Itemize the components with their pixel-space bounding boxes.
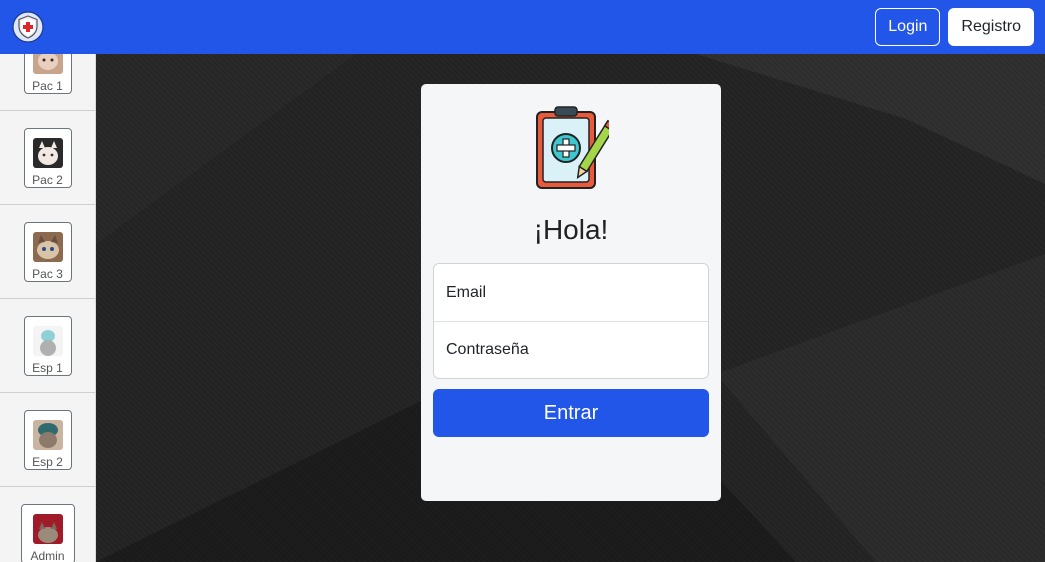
clipboard-medical-icon bbox=[533, 106, 617, 192]
user-sidebar: Pac 1 Pac 2 Pac 3 Esp 1 Esp 2 Admin bbox=[0, 54, 96, 562]
sidebar-item-pac2: Pac 2 bbox=[0, 111, 95, 205]
user-label: Esp 1 bbox=[32, 360, 63, 375]
nav-actions: Login Registro bbox=[875, 8, 1034, 46]
cat-avatar bbox=[32, 514, 63, 544]
cat-avatar bbox=[32, 54, 63, 74]
sidebar-item-esp2: Esp 2 bbox=[0, 393, 95, 487]
login-button[interactable]: Login bbox=[875, 8, 941, 46]
sidebar-item-pac3: Pac 3 bbox=[0, 205, 95, 299]
login-card: ¡Hola! Email Contraseña Entrar bbox=[421, 84, 721, 501]
registro-button[interactable]: Registro bbox=[948, 8, 1034, 46]
user-label: Pac 3 bbox=[32, 266, 63, 281]
shield-medical-icon[interactable] bbox=[11, 11, 44, 44]
cat-avatar bbox=[32, 137, 63, 168]
cat-avatar bbox=[32, 419, 63, 450]
user-label: Pac 1 bbox=[32, 78, 63, 93]
user-label: Pac 2 bbox=[32, 172, 63, 187]
user-card-admin[interactable]: Admin bbox=[20, 504, 75, 562]
top-navbar: Login Registro bbox=[0, 0, 1045, 54]
entrar-button[interactable]: Entrar bbox=[433, 389, 709, 437]
user-card-pac2[interactable]: Pac 2 bbox=[23, 127, 72, 188]
cat-avatar bbox=[32, 325, 63, 356]
user-label: Admin bbox=[30, 549, 65, 562]
login-form-group: Email Contraseña bbox=[433, 263, 709, 379]
sidebar-item-admin: Admin bbox=[0, 487, 95, 562]
password-field[interactable]: Contraseña bbox=[434, 321, 708, 378]
user-label: Esp 2 bbox=[32, 454, 63, 469]
sidebar-item-pac1: Pac 1 bbox=[0, 54, 95, 111]
greeting-heading: ¡Hola! bbox=[533, 214, 609, 245]
user-card-esp2[interactable]: Esp 2 bbox=[23, 409, 72, 470]
email-field[interactable]: Email bbox=[434, 264, 708, 321]
user-card-esp1[interactable]: Esp 1 bbox=[23, 315, 72, 376]
user-card-pac3[interactable]: Pac 3 bbox=[23, 221, 72, 282]
sidebar-item-esp1: Esp 1 bbox=[0, 299, 95, 393]
cat-avatar bbox=[32, 231, 63, 262]
user-card-pac1[interactable]: Pac 1 bbox=[23, 54, 72, 94]
